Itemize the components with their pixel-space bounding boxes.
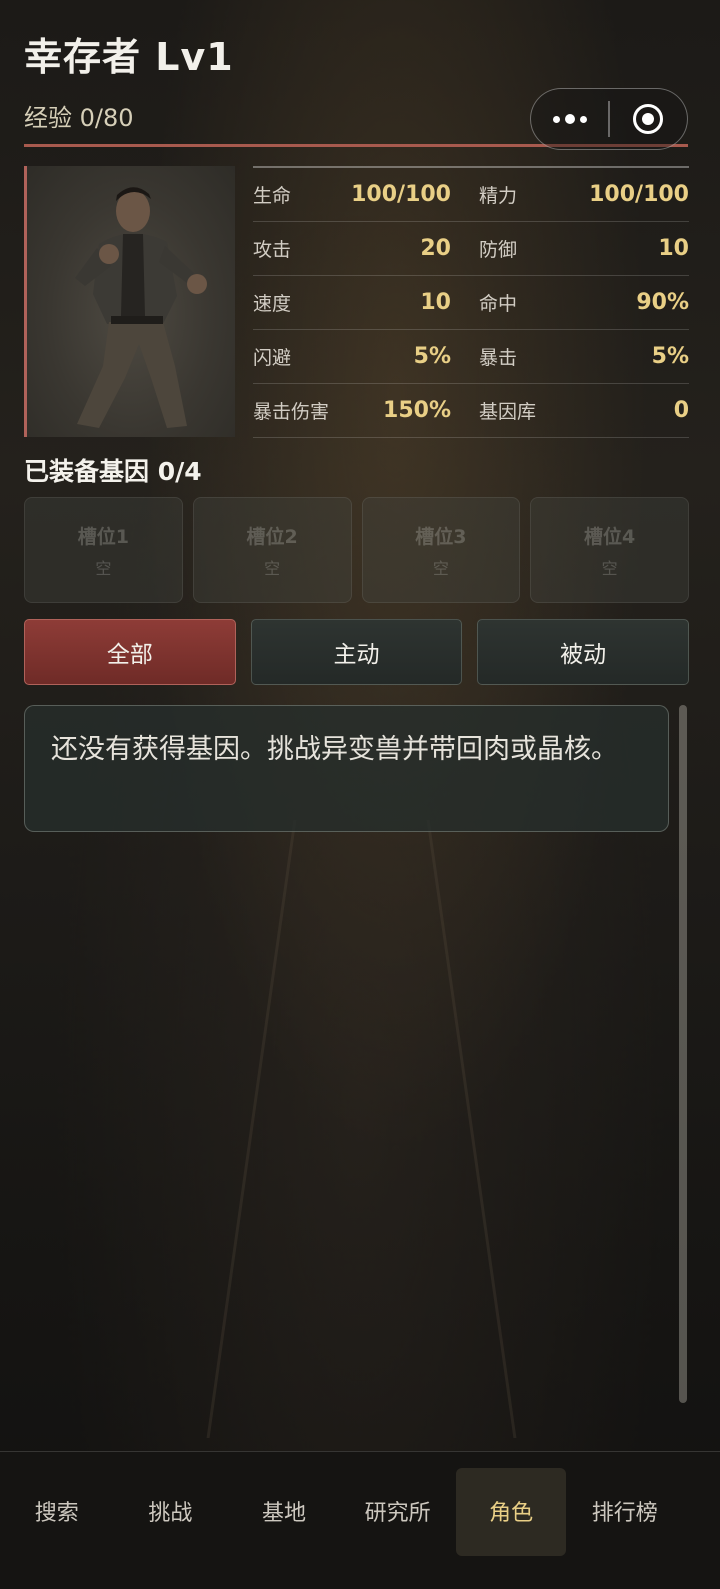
- scrollbar[interactable]: [679, 705, 687, 1403]
- stat-label: 暴击伤害: [253, 401, 330, 423]
- stat-label: 暴击: [479, 347, 518, 369]
- background-rail: [206, 820, 297, 1438]
- stats-table: 生命 100/100 精力 100/100 攻击 20 防御 10 速度 10 命中 90%…: [253, 166, 689, 438]
- gene-slots: 槽位1 空 槽位2 空 槽位3 空 槽位4 空: [24, 497, 689, 603]
- empty-genes-message: 还没有获得基因。挑战异变兽并带回肉或晶核。: [24, 705, 669, 832]
- tab-challenge[interactable]: 挑战: [114, 1452, 228, 1589]
- tab-label: 挑战: [148, 1500, 193, 1526]
- more-button[interactable]: [531, 89, 608, 149]
- close-mini-program-button[interactable]: [610, 89, 687, 149]
- tab-leaderboard[interactable]: 排行榜: [568, 1452, 682, 1589]
- equipped-genes-title: 已装备基因 0/4: [24, 457, 202, 486]
- stat-label: 生命: [253, 185, 292, 207]
- tab-label: 基地: [261, 1500, 306, 1526]
- stat-value: 100/100: [589, 182, 689, 207]
- tab-label: 排行榜: [591, 1500, 658, 1526]
- stat-value: 100/100: [351, 182, 451, 207]
- bottom-tab-bar: 搜索 挑战 基地 研究所 角色 排行榜: [0, 1451, 720, 1589]
- exp-text: 经验 0/80: [24, 104, 134, 132]
- stat-value: 5%: [413, 344, 451, 369]
- gene-slot-1[interactable]: 槽位1 空: [24, 497, 183, 603]
- slot-name: 槽位2: [246, 525, 298, 548]
- gene-slot-4[interactable]: 槽位4 空: [530, 497, 689, 603]
- stat-label: 命中: [479, 293, 518, 315]
- stat-label: 防御: [479, 239, 518, 261]
- stat-value: 5%: [651, 344, 689, 369]
- slot-name: 槽位4: [584, 525, 636, 548]
- gene-slot-3[interactable]: 槽位3 空: [361, 497, 521, 603]
- stat-row: 闪避 5% 暴击 5%: [253, 330, 689, 384]
- slot-state: 空: [432, 558, 449, 578]
- stat-label: 基因库: [479, 401, 537, 423]
- fighter-figure-image: [75, 187, 207, 428]
- tab-search[interactable]: 搜索: [0, 1452, 114, 1589]
- character-title: 幸存者 Lv1: [24, 35, 234, 79]
- slot-name: 槽位3: [415, 525, 467, 548]
- mini-program-capsule: [530, 88, 688, 150]
- tab-label: 研究所: [364, 1500, 431, 1526]
- stat-label: 精力: [479, 185, 518, 207]
- slot-state: 空: [601, 558, 618, 578]
- stat-value: 150%: [383, 398, 451, 423]
- gene-filter-tabs: 全部 主动 被动: [24, 619, 690, 685]
- stat-row: 攻击 20 防御 10: [253, 222, 689, 276]
- slot-state: 空: [264, 558, 281, 578]
- tab-base[interactable]: 基地: [227, 1452, 341, 1589]
- tab-institute[interactable]: 研究所: [341, 1452, 455, 1589]
- tab-label: 搜索: [34, 1500, 79, 1526]
- stat-value: 90%: [636, 290, 689, 315]
- stat-value: 10: [420, 290, 451, 315]
- filter-active-button[interactable]: 主动: [250, 619, 463, 685]
- stat-row: 速度 10 命中 90%: [253, 276, 689, 330]
- background-rail: [426, 820, 517, 1438]
- filter-all-button[interactable]: 全部: [24, 619, 236, 685]
- tab-character[interactable]: 角色: [454, 1452, 568, 1589]
- stat-value: 10: [658, 236, 689, 261]
- stat-label: 速度: [253, 293, 292, 315]
- character-portrait: [24, 166, 235, 437]
- gene-slot-2[interactable]: 槽位2 空: [192, 497, 352, 603]
- stat-value: 0: [673, 398, 689, 423]
- more-dots-icon: [552, 114, 587, 124]
- filter-passive-button[interactable]: 被动: [477, 619, 690, 685]
- tab-label: 角色: [489, 1500, 534, 1526]
- stat-value: 20: [420, 236, 451, 261]
- slot-name: 槽位1: [77, 525, 129, 548]
- slot-state: 空: [95, 558, 112, 578]
- stat-row: 生命 100/100 精力 100/100: [253, 168, 689, 222]
- target-circle-icon: [633, 104, 664, 134]
- stat-label: 闪避: [253, 347, 292, 369]
- stat-label: 攻击: [253, 239, 292, 261]
- stat-row: 暴击伤害 150% 基因库 0: [253, 384, 689, 438]
